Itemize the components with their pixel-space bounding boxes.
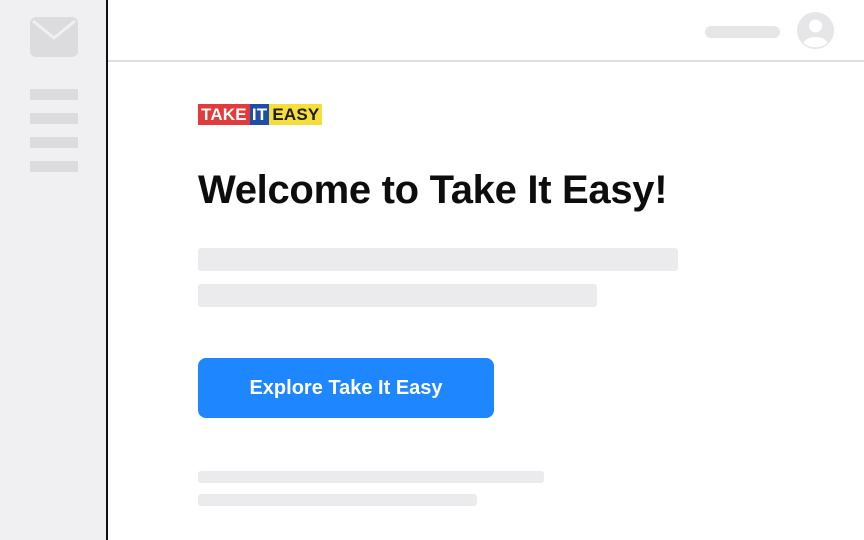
topbar-text-placeholder <box>705 26 780 38</box>
page-title: Welcome to Take It Easy! <box>198 168 668 212</box>
user-avatar-icon[interactable] <box>797 12 834 49</box>
explore-button[interactable]: Explore Take It Easy <box>198 358 494 418</box>
mail-icon[interactable] <box>30 17 78 57</box>
brand-logo: TAKE IT EASY <box>198 104 323 125</box>
text-placeholder-line <box>198 284 597 307</box>
logo-it: IT <box>249 104 270 125</box>
footer-placeholder-line <box>198 494 477 506</box>
logo-take: TAKE <box>198 104 250 125</box>
sidebar-menu-item[interactable] <box>30 161 78 172</box>
sidebar-menu-item[interactable] <box>30 113 78 124</box>
topbar <box>108 0 864 62</box>
footer-placeholder-line <box>198 471 544 483</box>
text-placeholder-line <box>198 248 678 271</box>
sidebar-menu-item[interactable] <box>30 137 78 148</box>
sidebar-menu-item[interactable] <box>30 89 78 100</box>
logo-easy: EASY <box>269 104 323 125</box>
sidebar <box>0 0 108 540</box>
